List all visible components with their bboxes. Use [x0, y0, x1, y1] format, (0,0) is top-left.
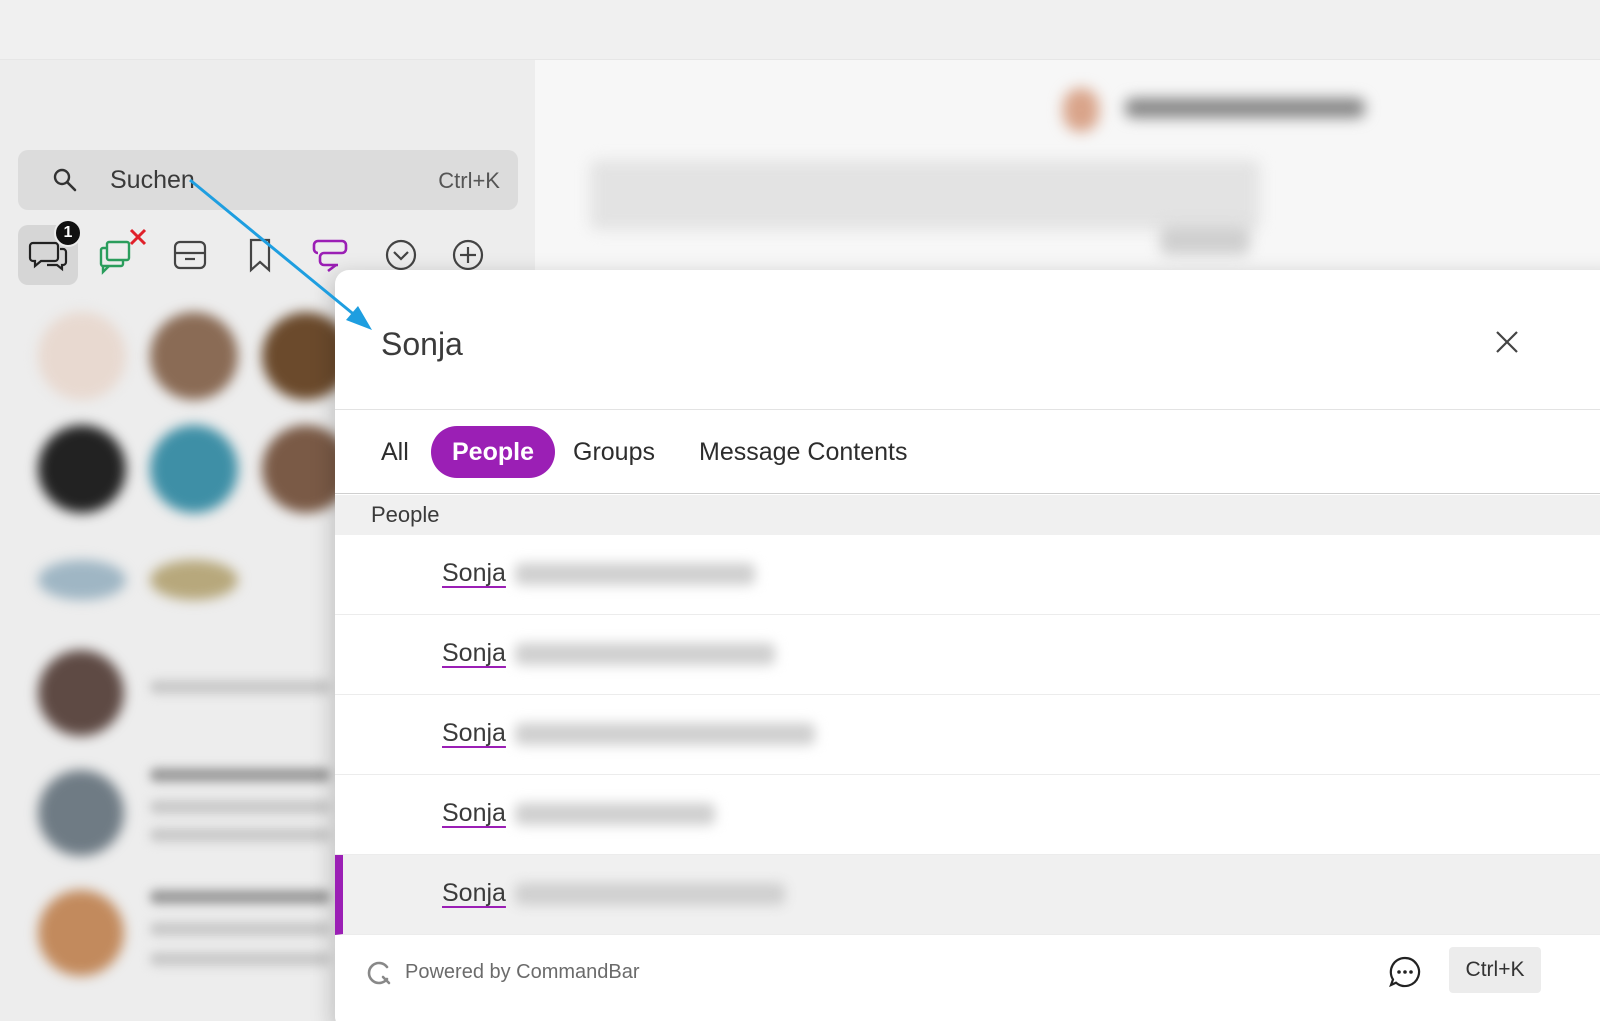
disconnected-chats-icon — [99, 228, 147, 275]
title-bar — [0, 0, 1600, 60]
result-name: Sonja — [442, 879, 506, 907]
result-item-selected[interactable]: Sonja — [335, 855, 1600, 935]
result-name: Sonja — [442, 799, 506, 827]
palette-shortcut: Ctrl+K — [1449, 947, 1541, 993]
message-bubble — [590, 160, 1260, 230]
filter-message-contents[interactable]: Message Contents — [678, 426, 928, 478]
chat-preview — [150, 952, 330, 966]
sidebar-search-input[interactable]: Suchen Ctrl+K — [18, 150, 518, 210]
avatar[interactable] — [150, 312, 238, 400]
section-header: People — [335, 495, 1600, 535]
archive-icon — [173, 240, 207, 270]
close-icon[interactable] — [1493, 328, 1521, 356]
result-detail — [515, 563, 755, 585]
result-item[interactable]: Sonja — [335, 615, 1600, 695]
chat-preview — [150, 768, 330, 782]
search-icon — [53, 168, 77, 192]
conversation-title — [1125, 98, 1365, 118]
chat-bubble-icon[interactable] — [1388, 955, 1422, 989]
filter-groups[interactable]: Groups — [552, 426, 676, 478]
palette-footer: Powered by CommandBar Ctrl+K — [335, 935, 1600, 1021]
command-palette: Sonja All People Groups Message Contents… — [335, 270, 1600, 1021]
result-detail — [515, 643, 775, 665]
result-detail — [515, 803, 715, 825]
result-item[interactable]: Sonja — [335, 695, 1600, 775]
avatar[interactable] — [38, 312, 126, 400]
palette-query-input[interactable]: Sonja — [381, 326, 463, 363]
powered-by-text[interactable]: Powered by CommandBar — [405, 961, 640, 984]
avatar[interactable] — [150, 560, 238, 600]
avatar[interactable] — [150, 425, 238, 513]
result-detail — [515, 883, 785, 905]
result-item[interactable]: Sonja — [335, 775, 1600, 855]
chevron-down-circle-icon — [385, 239, 417, 271]
result-detail — [515, 723, 815, 745]
result-item[interactable]: Sonja — [335, 535, 1600, 615]
search-shortcut: Ctrl+K — [438, 168, 500, 193]
tab-disconnected[interactable] — [90, 225, 150, 285]
section-title: People — [371, 502, 440, 527]
chat-preview — [150, 922, 330, 936]
filter-tabs: All People Groups Message Contents — [335, 410, 1600, 494]
commandbar-logo-icon — [367, 961, 391, 985]
message-bubble — [1160, 225, 1250, 255]
conversation-avatar — [1063, 88, 1099, 132]
avatar[interactable] — [38, 425, 126, 513]
result-name: Sonja — [442, 719, 506, 747]
avatar[interactable] — [38, 560, 126, 600]
avatar[interactable] — [38, 890, 124, 976]
chat-preview — [150, 800, 330, 814]
chat-preview — [150, 890, 330, 904]
avatar[interactable] — [38, 650, 124, 736]
result-name: Sonja — [442, 559, 506, 587]
spaces-icon — [312, 239, 348, 273]
chat-preview — [150, 680, 330, 694]
chat-preview — [150, 828, 330, 842]
tab-bookmarks[interactable] — [230, 225, 290, 285]
unread-badge: 1 — [54, 219, 82, 247]
add-circle-icon — [452, 239, 484, 271]
avatar[interactable] — [38, 770, 124, 856]
result-name: Sonja — [442, 639, 506, 667]
filter-all[interactable]: All — [360, 426, 430, 478]
tab-archive[interactable] — [160, 225, 220, 285]
tab-chats[interactable]: 1 — [18, 219, 82, 285]
filter-people[interactable]: People — [431, 426, 555, 478]
bookmark-icon — [249, 238, 271, 273]
palette-search: Sonja — [335, 270, 1600, 410]
search-placeholder: Suchen — [110, 166, 195, 194]
app-window: Suchen Ctrl+K 1 Sonja All People Groups … — [0, 0, 1600, 1021]
